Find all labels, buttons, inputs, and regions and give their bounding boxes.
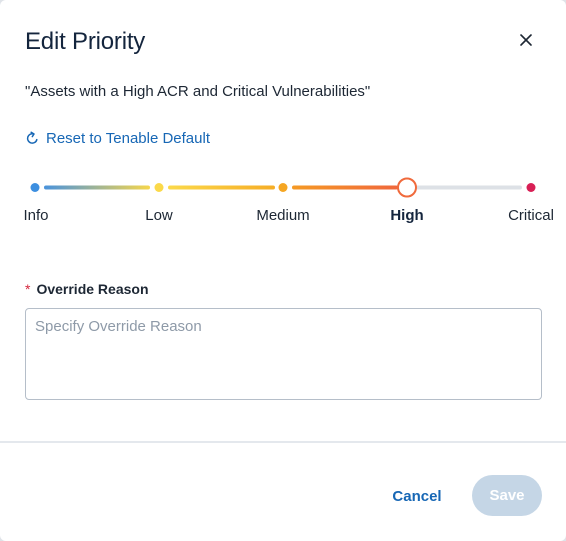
save-button[interactable]: Save	[472, 475, 542, 516]
close-icon	[520, 34, 532, 46]
slider-stop-critical[interactable]	[526, 183, 536, 192]
cancel-button[interactable]: Cancel	[378, 478, 456, 514]
override-reason-label: * Override Reason	[25, 281, 149, 297]
level-label-info[interactable]: Info	[23, 207, 48, 224]
slider-stop-info[interactable]	[30, 183, 40, 192]
dialog-subtitle: "Assets with a High ACR and Critical Vul…	[25, 83, 371, 100]
slider-handle[interactable]	[397, 177, 417, 198]
override-reason-text: Override Reason	[36, 281, 149, 297]
edit-priority-dialog: Edit Priority "Assets with a High ACR an…	[0, 0, 566, 541]
slider-stop-low[interactable]	[154, 183, 164, 192]
slider-segment-low-medium	[168, 185, 275, 190]
override-reason-input[interactable]	[25, 308, 542, 400]
required-marker: *	[25, 281, 31, 297]
reset-label: Reset to Tenable Default	[46, 130, 210, 147]
slider-segment-high-critical	[416, 185, 522, 190]
level-label-high[interactable]: High	[390, 207, 423, 224]
close-button[interactable]	[512, 26, 540, 54]
slider-segment-medium-high	[292, 185, 398, 190]
level-label-critical[interactable]: Critical	[508, 207, 554, 224]
footer-divider	[0, 441, 566, 443]
dialog-title: Edit Priority	[25, 28, 146, 55]
slider-labels: Info Low Medium High Critical	[0, 207, 566, 229]
priority-slider[interactable]	[0, 170, 566, 210]
level-label-low[interactable]: Low	[145, 207, 173, 224]
level-label-medium[interactable]: Medium	[256, 207, 309, 224]
reset-to-default-link[interactable]: Reset to Tenable Default	[25, 130, 210, 147]
slider-stop-medium[interactable]	[278, 183, 288, 192]
refresh-icon	[26, 131, 38, 144]
slider-segment-info-low	[44, 185, 150, 190]
